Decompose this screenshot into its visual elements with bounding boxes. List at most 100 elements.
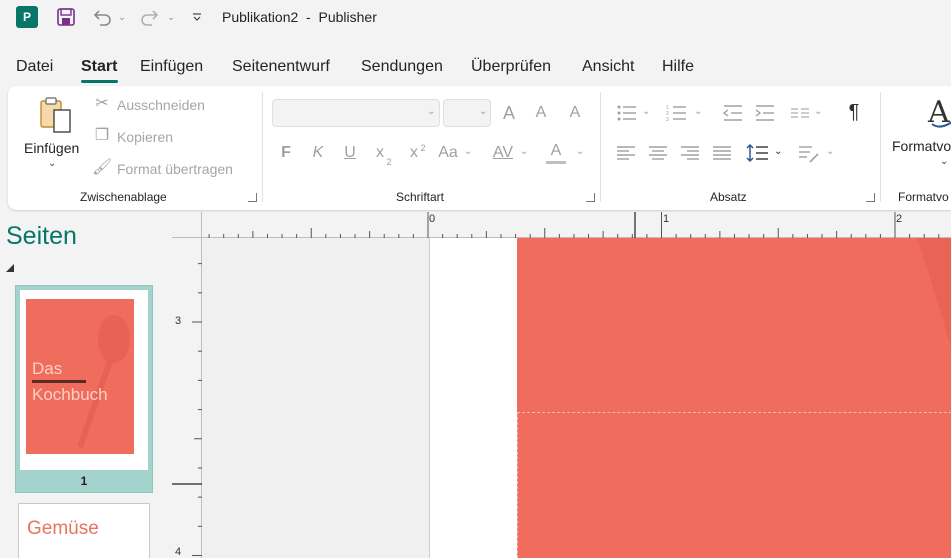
- align-center-icon[interactable]: [648, 145, 668, 166]
- ruler-label-4: 4: [175, 546, 182, 558]
- thumbnail-title-line2: Kochbuch: [32, 385, 108, 404]
- page-thumbnail-1[interactable]: Das Kochbuch 1: [15, 285, 153, 493]
- clipboard-group-label: Zwischenablage: [80, 190, 167, 204]
- redo-dropdown-chevron-icon[interactable]: ⌄: [165, 6, 177, 28]
- ruler-label-3: 3: [175, 315, 182, 327]
- ruler-label-1: 1: [663, 213, 670, 225]
- font-name-select[interactable]: [272, 99, 440, 127]
- document-canvas[interactable]: [202, 238, 951, 558]
- ribbon: Einfügen ⌄ ✂ Ausschneiden ❐ Kopieren 🖌 F…: [8, 86, 951, 210]
- customize-quick-access-icon[interactable]: [190, 6, 204, 28]
- bold-button[interactable]: F: [276, 143, 296, 163]
- horizontal-ruler-ticks: [208, 212, 940, 238]
- group-separator: [880, 92, 881, 202]
- ribbon-tabs: Datei Start Einfügen Seitenentwurf Sendu…: [0, 50, 951, 84]
- horizontal-guide[interactable]: [517, 412, 951, 413]
- bullets-icon[interactable]: [616, 104, 638, 127]
- copy-button[interactable]: Kopieren: [117, 129, 173, 145]
- paste-button[interactable]: Einfügen: [24, 140, 79, 156]
- font-size-chevron-icon: ⌄: [479, 106, 488, 117]
- window-title: Publikation2 - Publisher: [222, 9, 377, 25]
- tab-einfuegen[interactable]: Einfügen: [140, 58, 203, 76]
- styles-chevron-icon: ⌄: [940, 156, 949, 167]
- grow-font-icon[interactable]: A: [498, 103, 520, 123]
- spoon-watermark-icon: [77, 315, 130, 448]
- decrease-indent-icon[interactable]: [722, 104, 744, 127]
- font-name-chevron-icon: ⌄: [427, 106, 436, 117]
- change-case-chevron-icon: ⌄: [464, 146, 473, 157]
- pilcrow-button[interactable]: ¶: [844, 102, 864, 122]
- clipboard-dialog-launcher-icon[interactable]: [248, 193, 257, 202]
- font-group-label: Schriftart: [396, 190, 445, 204]
- horizontal-ruler[interactable]: 0 1 2: [172, 212, 951, 238]
- vertical-guide[interactable]: [517, 412, 518, 558]
- line-spacing-icon[interactable]: [746, 142, 770, 169]
- tab-start[interactable]: Start: [81, 58, 117, 76]
- format-painter-button[interactable]: Format übertragen: [117, 161, 233, 177]
- paste-dropdown-chevron-icon[interactable]: ⌄: [48, 158, 56, 169]
- font-dialog-launcher-icon[interactable]: [586, 193, 595, 202]
- tab-ansicht[interactable]: Ansicht: [582, 58, 634, 76]
- tab-ueberpruefen[interactable]: Überprüfen: [471, 58, 551, 76]
- format-painter-icon: 🖌: [92, 159, 113, 176]
- cut-icon: ✂: [95, 95, 109, 112]
- tab-datei[interactable]: Datei: [16, 58, 53, 76]
- font-color-chevron-icon: ⌄: [576, 146, 585, 157]
- ruler-corner: [172, 212, 202, 238]
- increase-indent-icon[interactable]: [754, 104, 776, 127]
- clear-formatting-icon[interactable]: A: [564, 103, 586, 123]
- pages-pane-title: Seiten: [6, 222, 77, 250]
- vertical-ruler-ticks: [172, 263, 202, 556]
- tab-sendungen[interactable]: Sendungen: [361, 58, 443, 76]
- ruler-label-2: 2: [896, 213, 903, 225]
- undo-icon[interactable]: [90, 6, 114, 28]
- columns-icon[interactable]: [790, 106, 810, 125]
- superscript-mark: 2: [420, 143, 426, 153]
- thumbnail-cover: Das Kochbuch: [26, 299, 134, 454]
- tab-seitenentwurf[interactable]: Seitenentwurf: [232, 58, 330, 76]
- subscript-mark: 2: [386, 157, 392, 167]
- svg-text:3: 3: [666, 117, 669, 122]
- shrink-font-icon[interactable]: A: [530, 103, 552, 123]
- group-separator: [600, 92, 601, 202]
- page-thumbnail-2[interactable]: Gemüse: [18, 503, 150, 558]
- underline-button[interactable]: U: [340, 143, 360, 163]
- bullets-chevron-icon: ⌄: [642, 106, 651, 117]
- tab-hilfe[interactable]: Hilfe: [662, 58, 694, 76]
- thumbnail-page-number: 1: [80, 474, 88, 488]
- thumbnail2-title: Gemüse: [27, 518, 99, 539]
- redo-icon[interactable]: [138, 6, 162, 28]
- columns-chevron-icon: ⌄: [814, 106, 823, 117]
- cover-background-shape[interactable]: [517, 238, 951, 558]
- paste-icon[interactable]: [38, 96, 76, 134]
- justify-icon[interactable]: [712, 145, 732, 166]
- cut-button[interactable]: Ausschneiden: [117, 97, 205, 113]
- character-spacing-button[interactable]: AV: [490, 143, 516, 163]
- paragraph-format-chevron-icon: ⌄: [826, 146, 835, 157]
- active-tab-indicator: [81, 80, 118, 83]
- vertical-ruler[interactable]: 3 4: [172, 238, 202, 558]
- ruler-label-0: 0: [429, 213, 436, 225]
- change-case-button[interactable]: Aa: [436, 143, 460, 163]
- paragraph-dialog-launcher-icon[interactable]: [866, 193, 875, 202]
- align-right-icon[interactable]: [680, 145, 700, 166]
- thumbnail-title-line1: Das: [32, 359, 63, 378]
- line-spacing-chevron-icon: ⌄: [774, 146, 783, 157]
- character-spacing-chevron-icon: ⌄: [520, 146, 529, 157]
- paragraph-group-label: Absatz: [710, 190, 747, 204]
- collapse-triangle-icon[interactable]: [6, 264, 14, 272]
- styles-icon[interactable]: A: [926, 94, 951, 135]
- publisher-logo-icon: P: [16, 6, 38, 28]
- styles-group-label: Formatvo: [898, 190, 949, 204]
- title-bar: P ⌄ ⌄ Publikation2 - Publisher: [0, 0, 951, 36]
- copy-icon: ❐: [94, 127, 110, 144]
- styles-button[interactable]: Formatvo: [892, 138, 951, 154]
- undo-dropdown-chevron-icon[interactable]: ⌄: [116, 6, 128, 28]
- font-color-button[interactable]: A: [546, 141, 566, 164]
- numbering-icon[interactable]: 123: [666, 104, 688, 127]
- paragraph-format-icon[interactable]: [798, 144, 820, 169]
- numbering-chevron-icon: ⌄: [694, 106, 703, 117]
- save-icon[interactable]: [55, 6, 77, 28]
- italic-button[interactable]: K: [308, 143, 328, 163]
- align-left-icon[interactable]: [616, 145, 636, 166]
